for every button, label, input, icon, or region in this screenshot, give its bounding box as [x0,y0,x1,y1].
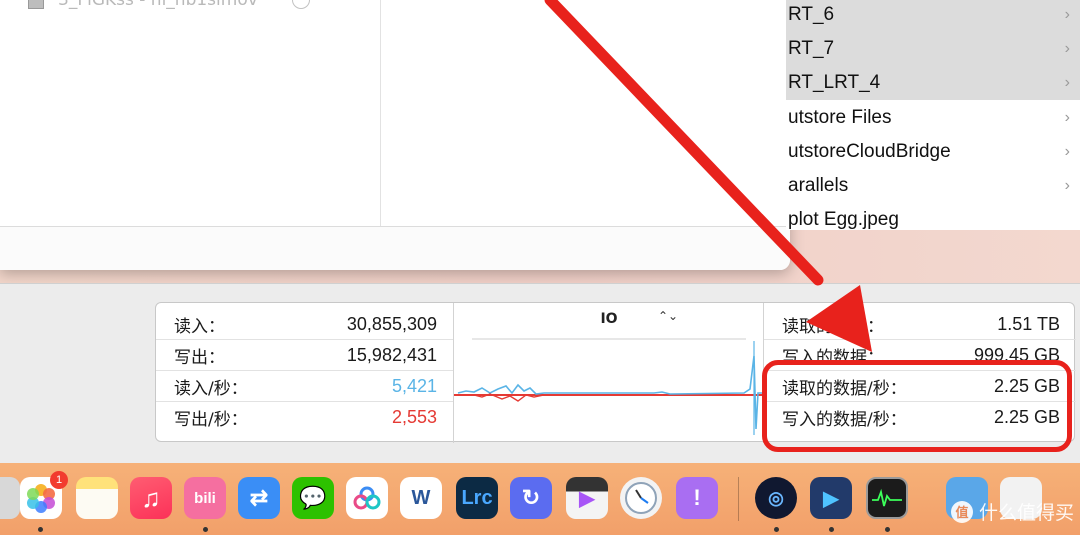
folder-label: utstoreCloudBridge [788,141,951,162]
updown-chevron-icon[interactable]: ⌃⌄ [658,309,678,323]
bilibili-app-icon[interactable]: bili [184,477,226,519]
running-indicator [829,527,834,532]
folder-row-rt7[interactable]: RT_7 › [786,32,1080,66]
stat-value: 2,553 [391,407,437,427]
stat-data-read: 读取的数据： 1.51 TB [764,309,1076,340]
folder-label: RT_6 [788,4,835,25]
stat-label: 读入/秒： [174,378,248,399]
folder-label: RT_LRT_4 [788,72,881,93]
read-series-line [457,355,764,430]
stat-writes-out: 写出： 15,982,431 [156,340,453,371]
folder-label: RT_7 [788,38,835,59]
folder-label: utstore Files [788,107,892,128]
chevron-right-icon: › [1064,6,1070,23]
music-note-icon: ♫ [141,482,161,513]
spiral-icon: ◎ [768,487,784,508]
clock-app-icon[interactable] [620,477,662,519]
macos-dock: 1 ♫ bili ⇄ 💬 W Lrc ↻ ▶ ! ◎ ▶ 值 什么值得买 [0,463,1080,535]
chevron-right-icon: › [1064,74,1070,91]
io-chart [454,338,764,435]
watermark-logo-icon: 值 [950,500,973,523]
stat-value: 30,855,309 [346,313,437,334]
notes-app-icon[interactable] [76,477,118,519]
stat-reads-per-sec: 读入/秒： 5,421 [156,371,453,402]
video-file-icon [28,0,44,9]
dock-separator [738,477,739,521]
file-label: plot Egg.jpeg [788,209,899,230]
word-label: W [411,486,431,509]
watermark: 值 什么值得买 [950,498,1074,525]
exclamation-bubble-icon: ! [693,485,701,510]
column-divider[interactable] [380,0,381,226]
feedback-app-icon[interactable]: ! [676,477,718,519]
clapper-icon: ▶ [579,487,595,510]
finder-window: 3_FlGKss - nl_nb1slmov [0,0,790,270]
chevron-right-icon: › [1064,177,1070,194]
clock-face-icon [625,482,657,514]
wechat-app-icon[interactable]: 💬 [292,477,334,519]
finder-right-column: RT_6 › RT_7 › RT_LRT_4 › utstore Files ›… [786,0,1080,230]
stat-label: 写出/秒： [174,410,248,430]
file-row-partial[interactable]: 3_FlGKss - nl_nb1slmov [28,0,310,10]
arc-sync-app-icon[interactable]: ↻ [510,477,552,519]
folder-row-rt-lrt4[interactable]: RT_LRT_4 › [786,66,1080,100]
file-row-plot-egg[interactable]: plot Egg.jpeg [786,203,1080,230]
io-chart-column: IO ⌃⌄ [454,303,764,443]
stat-value: 5,421 [391,375,437,396]
wechat-bubbles-icon: 💬 [299,485,327,510]
refresh-circle-icon: ↻ [521,485,541,510]
info-circle-icon[interactable] [291,0,310,9]
notification-badge: 1 [50,471,68,489]
folder-row-nutstore-cloudbridge[interactable]: utstoreCloudBridge › [786,135,1080,169]
word-app-icon[interactable]: W [400,477,442,519]
final-cut-pro-app-icon[interactable]: ▶ [566,477,608,519]
chevron-right-icon: › [1064,143,1070,160]
stat-label: 写出： [174,347,225,368]
stat-value: 15,982,431 [346,344,437,365]
app-icon-partial[interactable] [0,477,20,519]
finder-status-bar [0,226,790,270]
stat-label: 读入： [174,316,225,337]
watermark-text: 什么值得买 [978,502,1074,524]
chart-metric-selector[interactable]: IO [454,311,764,327]
stat-value: 1.51 TB [997,313,1060,334]
activity-monitor-app-icon[interactable] [866,477,908,519]
folder-label: arallels [788,175,849,196]
folder-row-nutstore-files[interactable]: utstore Files › [786,101,1080,135]
running-indicator [203,527,208,532]
annotation-highlight-box [762,360,1072,452]
running-indicator [885,527,890,532]
file-name: 3_FlGKss - nl_nb1slmov [58,0,258,10]
baidu-netdisk-app-icon[interactable] [346,477,388,519]
bilibili-label: bili [194,489,216,507]
stat-writes-per-sec: 写出/秒： 2,553 [156,402,453,433]
running-indicator [38,527,43,532]
play-wave-icon: ▶ [823,487,839,510]
cloud-icon [353,486,381,510]
lrc-label: Lrc [461,486,493,509]
io-count-column: 读入： 30,855,309 写出： 15,982,431 读入/秒： 5,42… [156,303,454,443]
music-app-icon[interactable]: ♫ [130,477,172,519]
remote-arrows-icon: ⇄ [249,485,269,510]
running-indicator [774,527,779,532]
chevron-right-icon: › [1064,109,1070,126]
photos-app-icon[interactable]: 1 [20,471,68,519]
activity-graph-icon [872,488,902,507]
lightroom-classic-app-icon[interactable]: Lrc [456,477,498,519]
stat-reads-in: 读入： 30,855,309 [156,309,453,340]
remote-desktop-app-icon[interactable]: ⇄ [238,477,280,519]
spiral-app-icon[interactable]: ◎ [755,477,797,519]
folder-row-parallels[interactable]: arallels › [786,169,1080,203]
stat-label: 读取的数据： [782,316,884,337]
folder-row-rt6[interactable]: RT_6 › [786,0,1080,32]
chart-title: IO [600,311,618,327]
media-player-app-icon[interactable]: ▶ [810,477,852,519]
chevron-right-icon: › [1064,40,1070,57]
